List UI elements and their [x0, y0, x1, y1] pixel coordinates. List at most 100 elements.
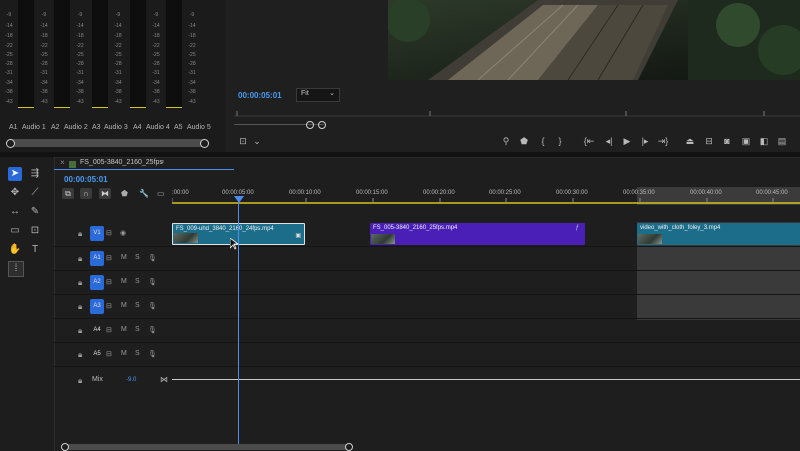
mark-in-icon[interactable]: { — [536, 135, 550, 147]
sync-lock-icon[interactable]: ⊟ — [106, 229, 112, 237]
marker-zoom-icon[interactable]: ⚲ — [499, 135, 513, 147]
scroll-handle-right[interactable] — [318, 121, 326, 129]
playhead-line[interactable] — [238, 199, 239, 445]
slip-tool-icon[interactable]: ↔ — [8, 205, 22, 219]
go-to-out-icon[interactable]: ⇥} — [656, 135, 670, 147]
nest-sequence-icon[interactable]: ⧉ — [62, 188, 74, 199]
ripple-edit-tool-icon[interactable]: ✥ — [8, 186, 22, 200]
mark-out-icon[interactable]: } — [553, 135, 567, 147]
captions-tool-icon[interactable]: ⁞ — [8, 261, 24, 277]
tab-menu-icon[interactable]: ≡ — [160, 159, 164, 166]
microphone-icon[interactable]: 🎙︎ — [148, 350, 157, 358]
sync-lock-icon[interactable]: ⊟ — [106, 350, 112, 358]
zoom-fit-dropdown[interactable]: Fit ⌄ — [296, 88, 340, 102]
lock-icon[interactable]: 🔒︎ — [78, 254, 82, 264]
meter-scale-label: -22 — [188, 43, 196, 49]
lock-icon[interactable]: 🔒︎ — [78, 302, 82, 312]
track-target-v1[interactable]: V1 — [90, 226, 104, 241]
mute-button[interactable]: M — [121, 278, 127, 285]
monitor-zoom-scrollbar[interactable] — [234, 121, 800, 129]
export-frame-camera-icon[interactable]: ◙ — [720, 135, 734, 147]
play-icon[interactable]: ▶ — [620, 135, 634, 147]
solo-button[interactable]: S — [135, 350, 140, 357]
go-to-in-icon[interactable]: {⇤ — [582, 135, 596, 147]
captions-toggle-icon[interactable]: ▭ — [157, 189, 165, 198]
lock-icon[interactable]: 🔒︎ — [78, 278, 82, 288]
track-target-a5[interactable]: A5 — [90, 347, 104, 362]
solo-button[interactable]: S — [135, 302, 140, 309]
mix-keyframe-icon[interactable]: ⋈ — [160, 375, 168, 384]
program-timecode[interactable]: 00:00:05:01 — [238, 91, 282, 100]
rectangle-tool-icon[interactable]: ▭ — [8, 224, 22, 238]
program-video-frame[interactable] — [388, 0, 800, 80]
lock-icon[interactable]: 🔒︎ — [78, 326, 82, 336]
sync-lock-icon[interactable]: ⊟ — [106, 326, 112, 334]
step-forward-icon[interactable]: |▸ — [638, 135, 652, 147]
sequence-tab[interactable]: FS_005-3840_2160_25fps — [80, 159, 163, 166]
track-target-a2[interactable]: A2 — [90, 275, 104, 290]
scroll-handle-right[interactable] — [200, 139, 209, 148]
sync-lock-icon[interactable]: ⊟ — [106, 278, 112, 286]
meter-scale-label: -14 — [76, 23, 84, 29]
insert-icon[interactable]: ▣ — [739, 135, 753, 147]
settings-chevron-icon[interactable]: ⌄ — [250, 135, 264, 147]
meter-scale-label: -28 — [152, 61, 160, 67]
hand-tool-icon[interactable]: ✋ — [8, 243, 22, 257]
linked-selection-icon[interactable]: ⧓ — [99, 188, 111, 199]
timeline-zoom-scrollbar[interactable] — [61, 443, 353, 451]
track-target-a1[interactable]: A1 — [90, 251, 104, 266]
add-marker-icon[interactable]: ⬟ — [121, 189, 128, 198]
track-select-tool-icon[interactable]: ⇶ — [28, 167, 42, 181]
meter-scale-label: -34 — [188, 80, 196, 86]
track-target-a3[interactable]: A3 — [90, 299, 104, 314]
solo-button[interactable]: S — [135, 254, 140, 261]
overwrite-icon[interactable]: ◧ — [757, 135, 771, 147]
wrench-settings-icon[interactable]: 🔧 — [139, 189, 149, 198]
lock-icon[interactable]: 🔒︎ — [78, 229, 82, 239]
solo-button[interactable]: S — [135, 326, 140, 333]
microphone-icon[interactable]: 🎙︎ — [148, 326, 157, 334]
video-clip[interactable]: FS_005-3840_2160_25fps.mp4 ƒ — [370, 223, 585, 245]
eye-icon[interactable]: ◉ — [120, 229, 126, 237]
track-target-a4[interactable]: A4 — [90, 323, 104, 338]
add-marker-icon[interactable]: ⬟ — [517, 135, 531, 147]
microphone-icon[interactable]: 🎙︎ — [148, 302, 157, 310]
selection-tool-icon[interactable]: ➤ — [8, 167, 22, 181]
microphone-icon[interactable]: 🎙︎ — [148, 254, 157, 262]
microphone-icon[interactable]: 🎙︎ — [148, 278, 157, 286]
razor-tool-icon[interactable]: ⟋ — [28, 186, 42, 200]
sync-lock-icon[interactable]: ⊟ — [106, 254, 112, 262]
mute-button[interactable]: M — [121, 326, 127, 333]
lock-icon[interactable]: 🔒︎ — [78, 376, 82, 386]
safe-margins-icon[interactable]: ⊡ — [236, 135, 250, 147]
close-tab-icon[interactable]: × — [60, 158, 65, 167]
monitor-mini-ruler[interactable] — [234, 107, 800, 117]
crop-tool-icon[interactable]: ⊡ — [28, 224, 42, 238]
extract-icon[interactable]: ⊟ — [702, 135, 716, 147]
timeline-timecode[interactable]: 00:00:05:01 — [64, 175, 108, 184]
lift-icon[interactable]: ⏏ — [683, 135, 697, 147]
meter-scrollbar[interactable] — [6, 139, 209, 148]
type-tool-icon[interactable]: T — [28, 243, 42, 257]
playhead-handle[interactable] — [234, 196, 244, 203]
meter-scale-label: -25 — [5, 52, 13, 58]
scroll-handle-left[interactable] — [6, 139, 15, 148]
mix-volume-line[interactable] — [172, 379, 800, 380]
lock-icon[interactable]: 🔒︎ — [78, 350, 82, 360]
ruler-tick-label: 00:00:35:00 — [623, 190, 655, 196]
video-clip[interactable]: video_with_cloth_foley_3.mp4 — [637, 223, 800, 245]
solo-button[interactable]: S — [135, 278, 140, 285]
meter-scale-label: -31 — [76, 70, 84, 76]
mute-button[interactable]: M — [121, 350, 127, 357]
pen-tool-icon[interactable]: ✎ — [28, 205, 42, 219]
mute-button[interactable]: M — [121, 254, 127, 261]
step-back-icon[interactable]: ◂| — [602, 135, 616, 147]
mix-volume-value[interactable]: -9.0 — [126, 377, 136, 383]
audio-meter-panel: -9 -14 -18 -22 -25 -28 -31 -34 -38 -43 -… — [0, 0, 225, 152]
mute-button[interactable]: M — [121, 302, 127, 309]
time-ruler[interactable]: :00:00 00:00:05:00 00:00:10:00 00:00:15:… — [172, 187, 800, 205]
scroll-handle-left[interactable] — [306, 121, 314, 129]
sync-lock-icon[interactable]: ⊟ — [106, 302, 112, 310]
comparison-view-icon[interactable]: ▤ — [775, 135, 789, 147]
snap-magnet-icon[interactable]: ∩ — [80, 188, 92, 199]
